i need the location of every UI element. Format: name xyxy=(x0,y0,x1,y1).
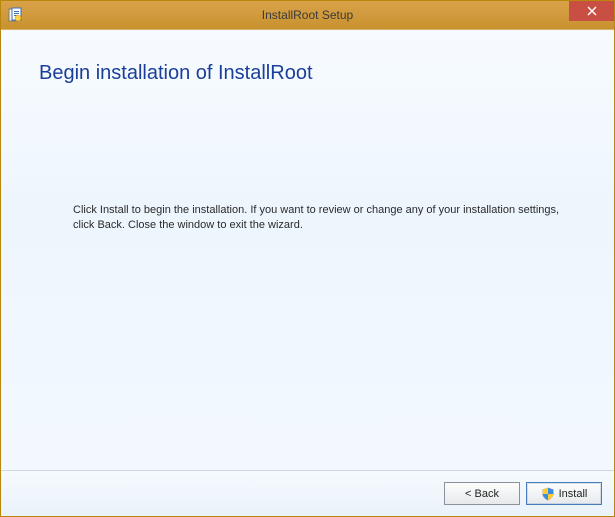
content-area: Begin installation of InstallRoot Click … xyxy=(1,29,614,470)
close-icon xyxy=(587,6,597,16)
titlebar[interactable]: InstallRoot Setup xyxy=(1,1,614,29)
install-button-label: Install xyxy=(559,488,588,500)
page-body-text: Click Install to begin the installation.… xyxy=(1,85,614,233)
uac-shield-icon xyxy=(541,487,555,501)
footer: < Back Install xyxy=(1,470,614,516)
installer-icon xyxy=(7,7,23,23)
back-button[interactable]: < Back xyxy=(444,482,520,505)
install-button[interactable]: Install xyxy=(526,482,602,505)
close-button[interactable] xyxy=(569,1,614,21)
window-title: InstallRoot Setup xyxy=(1,8,614,22)
installer-window: InstallRoot Setup Begin installation of … xyxy=(0,0,615,517)
page-heading: Begin installation of InstallRoot xyxy=(1,30,614,85)
back-button-label: < Back xyxy=(465,488,499,500)
